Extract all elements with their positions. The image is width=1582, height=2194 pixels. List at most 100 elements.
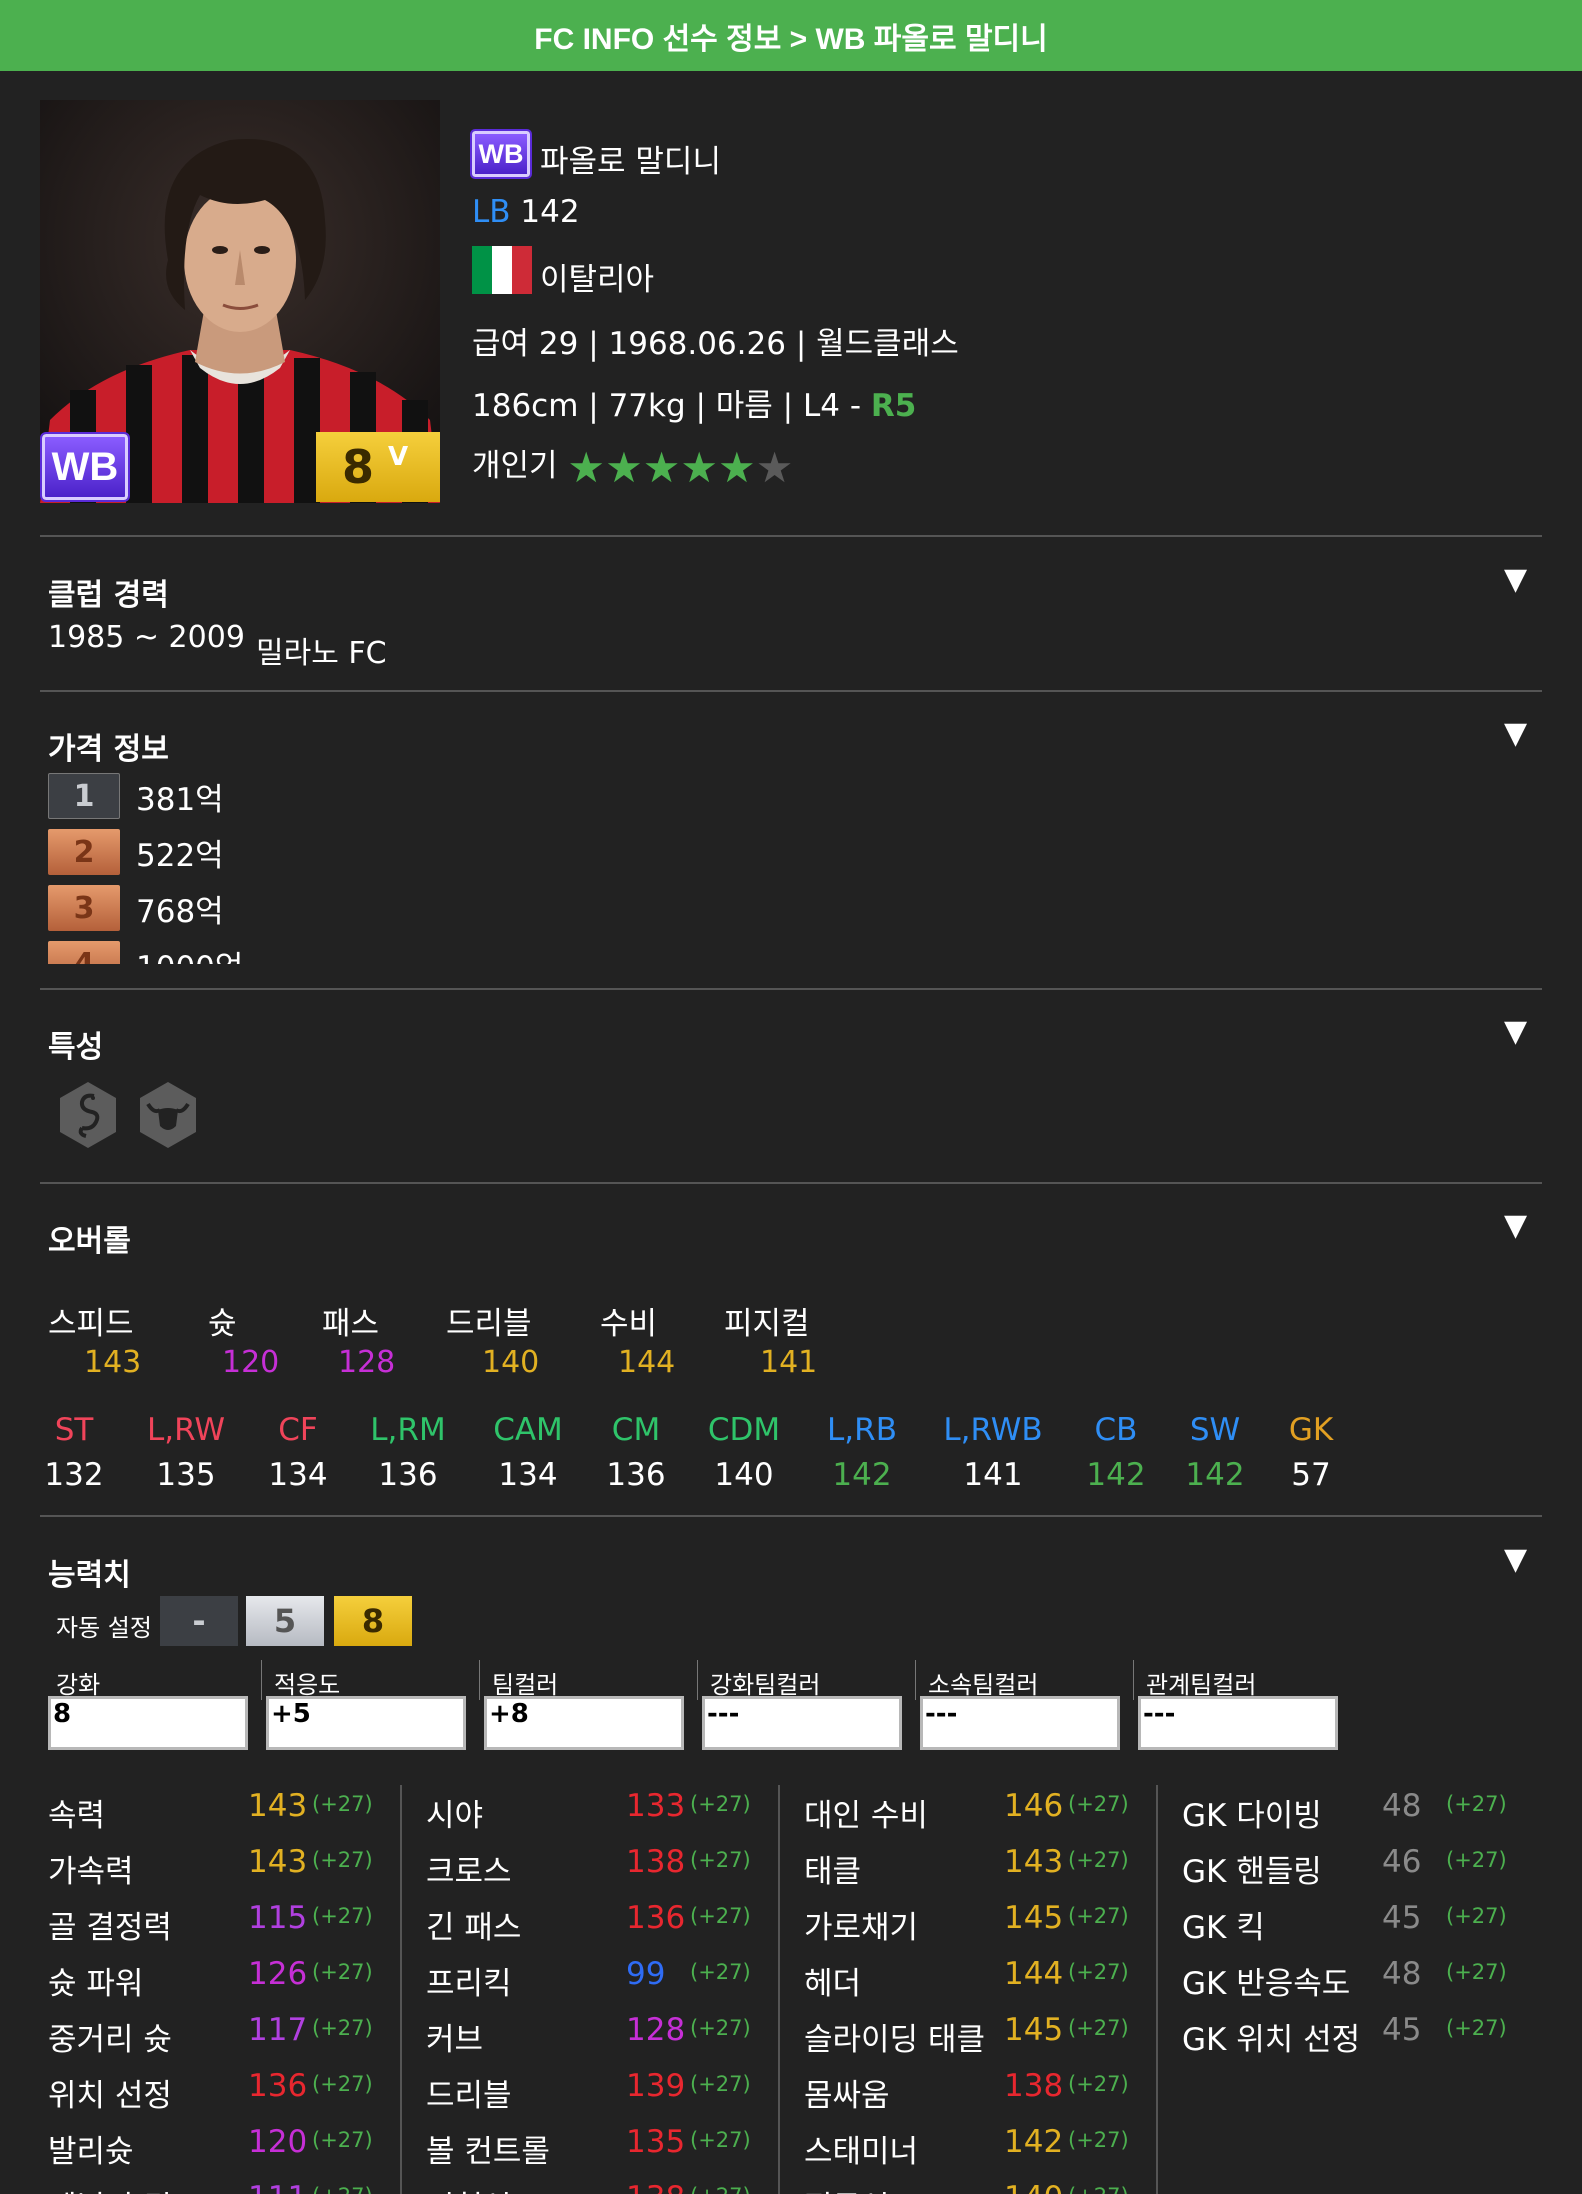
stat-value: 143: [1004, 1844, 1064, 1880]
enhance-level-badge: 8 V: [316, 432, 440, 502]
bull-trait-icon[interactable]: [136, 1080, 200, 1150]
stat-bonus: (+27): [690, 2072, 751, 2096]
stat-value: 144: [1004, 1956, 1064, 1992]
overall-category-value: 144: [618, 1345, 676, 1380]
player-info-page: { "header": {"title": "FC INFO 선수 정보 > W…: [0, 0, 1582, 2194]
position-rating-label: SW: [1189, 1412, 1241, 1448]
stat-value: 138: [626, 2180, 685, 2194]
stat-name: 태클: [804, 1854, 862, 1890]
field-label: 팀컬러: [492, 1671, 559, 1699]
position-rating-label: L,RB: [827, 1412, 897, 1448]
grade-badge: 1: [48, 773, 120, 819]
stat-value: 143: [248, 1844, 308, 1880]
stat-bonus: (+27): [312, 2184, 373, 2194]
auto-setting-reset-button[interactable]: -: [160, 1596, 238, 1646]
setting-input[interactable]: ---: [702, 1696, 902, 1750]
stat-bonus: (+27): [312, 2128, 373, 2152]
column-separator: [778, 1785, 780, 2194]
stat-value: 139: [626, 2068, 686, 2104]
stat-value: 117: [248, 2012, 308, 2048]
enhance-suffix: V: [388, 442, 409, 472]
section-title-traits: 특성: [48, 1030, 104, 1065]
page-title: FC INFO 선수 정보 > WB 파올로 말디니: [534, 22, 1048, 56]
price-list[interactable]: 1 381억 2 522억 3 768억 4 1000억: [0, 770, 1582, 964]
nationality: 이탈리아: [540, 262, 655, 298]
stat-name: 헤더: [804, 1966, 862, 2002]
stat-value: 135: [626, 2124, 686, 2160]
stat-bonus: (+27): [1446, 1960, 1507, 1984]
position-rating-value: 142: [832, 1457, 892, 1493]
field-separator: [1133, 1660, 1134, 1700]
stat-name: GK 킥: [1182, 1910, 1265, 1946]
stat-bonus: (+27): [1068, 1792, 1129, 1816]
page-header: FC INFO 선수 정보 > WB 파올로 말디니: [0, 0, 1582, 71]
stat-name: 긴 패스: [426, 1910, 522, 1946]
star-filled-icon: ★: [718, 443, 756, 492]
position-rating-value: 140: [714, 1457, 774, 1493]
stat-name: 커브: [426, 2022, 484, 2058]
column-separator: [1156, 1785, 1158, 2194]
setting-input[interactable]: ---: [920, 1696, 1120, 1750]
position-rating-value: 135: [156, 1457, 216, 1493]
position-rating-label: CF: [278, 1412, 318, 1448]
field-separator: [479, 1660, 480, 1700]
stat-name: 페널티 킥: [48, 2182, 172, 2194]
stat-value: 145: [1004, 1900, 1064, 1936]
stat-value: 136: [248, 2068, 308, 2104]
stat-name: 가속력: [48, 1854, 134, 1890]
star-empty-icon: ★: [755, 443, 794, 492]
auto-setting-8-button[interactable]: 8: [334, 1596, 412, 1646]
stat-name: GK 위치 선정: [1182, 2022, 1361, 2058]
divider: [40, 535, 1542, 537]
setting-input[interactable]: +8: [484, 1696, 684, 1750]
divider: [40, 1515, 1542, 1517]
stat-name: 시야: [426, 1798, 484, 1834]
auto-setting-5-button[interactable]: 5: [246, 1596, 324, 1646]
snake-trait-icon[interactable]: [56, 1080, 120, 1150]
stat-value: 115: [248, 1900, 308, 1936]
collapse-toggle-price[interactable]: ▼: [1504, 716, 1527, 751]
collapse-toggle-abilities[interactable]: ▼: [1504, 1542, 1527, 1577]
position-rating-value: 141: [963, 1457, 1023, 1493]
stat-bonus: (+27): [312, 1904, 373, 1928]
stat-name: 민첩성: [426, 2182, 512, 2194]
field-label: 관계팀컬러: [1146, 1671, 1257, 1699]
popularity-stars: ★★★★★★: [567, 443, 793, 492]
price-row: 3 768억: [48, 884, 224, 932]
divider: [40, 1182, 1542, 1184]
physical-highlight: R5: [870, 388, 917, 424]
stat-name: 슛 파워: [48, 1966, 144, 2002]
section-title-club: 클럽 경력: [48, 578, 169, 613]
grade-badge: 4: [48, 941, 120, 964]
price-row: 4 1000억: [48, 940, 243, 964]
setting-input[interactable]: +5: [266, 1696, 466, 1750]
collapse-toggle-club[interactable]: ▼: [1504, 562, 1527, 597]
stat-name: 몸싸움: [804, 2078, 890, 2114]
stat-name: 가로채기: [804, 1910, 919, 1946]
stat-value: 140: [1004, 2180, 1063, 2194]
stat-bonus: (+27): [690, 1904, 751, 1928]
setting-input[interactable]: 8: [48, 1696, 248, 1750]
stat-bonus: (+27): [1446, 1904, 1507, 1928]
position-rating-label: L,RW: [146, 1412, 226, 1448]
overall-category-value: 141: [760, 1345, 818, 1380]
collapse-toggle-traits[interactable]: ▼: [1504, 1014, 1527, 1049]
collapse-toggle-overall[interactable]: ▼: [1504, 1208, 1527, 1243]
stat-value: 126: [248, 1956, 308, 1992]
stat-value: 48: [1382, 1956, 1422, 1992]
enhance-level: 8: [342, 440, 375, 494]
stat-name: 스태미너: [804, 2134, 919, 2170]
stat-value: 143: [248, 1788, 308, 1824]
popularity-label: 개인기: [472, 448, 558, 484]
stat-bonus: (+27): [312, 1848, 373, 1872]
season-badge-small: WB: [470, 129, 532, 179]
stat-name: 적극성: [804, 2182, 890, 2194]
overall-category-label: 패스: [322, 1306, 380, 1342]
stat-value: 128: [626, 2012, 686, 2048]
star-filled-icon: ★: [605, 443, 643, 492]
price-row: 1 381억: [48, 772, 224, 820]
overall-category-label: 스피드: [48, 1306, 134, 1342]
stat-value: 48: [1382, 1788, 1422, 1824]
position-rating-value: 142: [1086, 1457, 1146, 1493]
setting-input[interactable]: ---: [1138, 1696, 1338, 1750]
